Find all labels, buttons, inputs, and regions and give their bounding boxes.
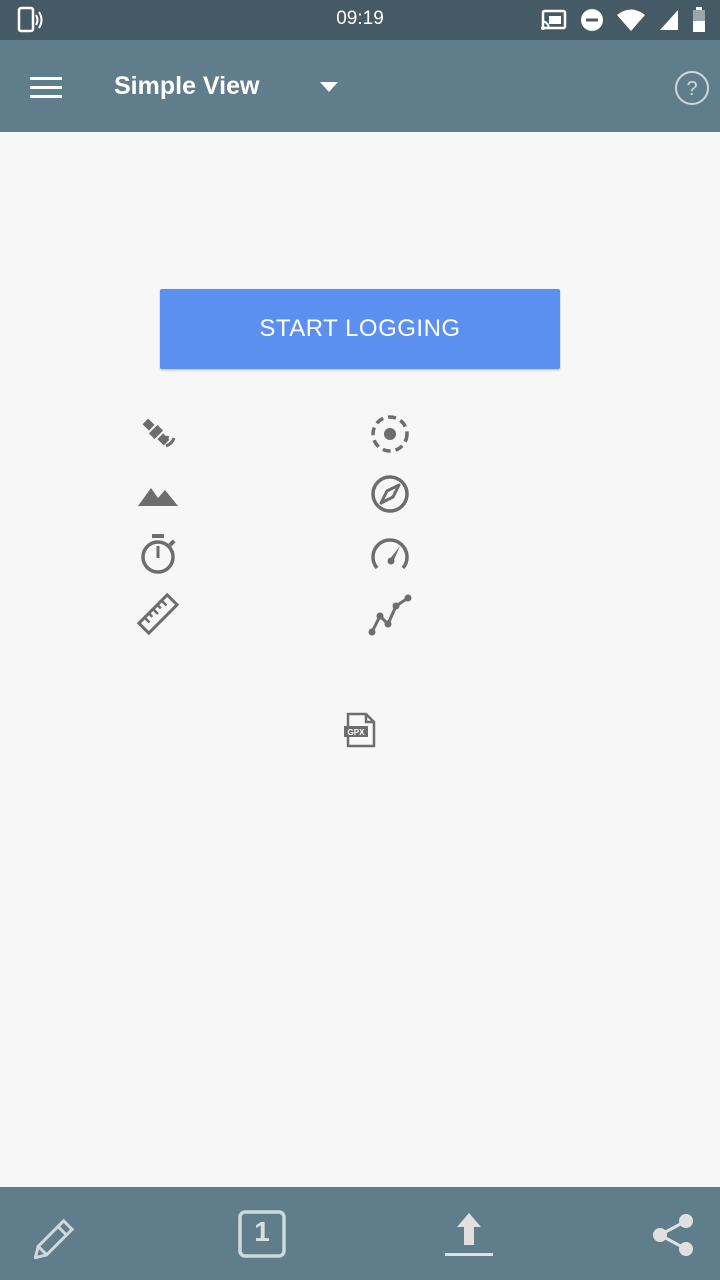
log-count-button[interactable]: 1 bbox=[234, 1207, 290, 1263]
start-logging-button[interactable]: START LOGGING bbox=[160, 289, 560, 369]
battery-icon bbox=[692, 7, 706, 38]
view-selector-title[interactable]: Simple View bbox=[114, 72, 259, 101]
signal-icon bbox=[658, 8, 680, 37]
track-points-icon bbox=[368, 592, 412, 636]
status-bar: 09:19 bbox=[0, 0, 720, 40]
upload-icon[interactable] bbox=[441, 1207, 497, 1263]
share-icon[interactable] bbox=[646, 1207, 702, 1263]
accuracy-icon bbox=[368, 412, 412, 456]
svg-text:?: ? bbox=[686, 78, 697, 100]
bottom-toolbar: 1 bbox=[0, 1187, 720, 1280]
cast-icon bbox=[540, 8, 568, 37]
pencil-icon[interactable] bbox=[30, 1207, 86, 1263]
log-count-value: 1 bbox=[254, 1216, 270, 1247]
help-icon[interactable]: ? bbox=[672, 68, 712, 108]
direction-icon bbox=[368, 472, 412, 516]
altitude-icon bbox=[136, 472, 180, 516]
speed-icon bbox=[368, 532, 412, 576]
satellite-icon bbox=[136, 412, 180, 456]
gpx-file-icon[interactable]: GPX bbox=[338, 708, 382, 752]
wifi-icon bbox=[616, 8, 646, 37]
distance-icon bbox=[136, 592, 180, 636]
svg-text:GPX: GPX bbox=[348, 728, 366, 737]
do-not-disturb-icon bbox=[580, 8, 604, 37]
dropdown-arrow-icon[interactable] bbox=[318, 80, 340, 94]
main-content: START LOGGING GPX bbox=[0, 132, 720, 1187]
app-bar: Simple View ? bbox=[0, 40, 720, 132]
duration-icon bbox=[136, 532, 180, 576]
menu-icon[interactable] bbox=[26, 70, 68, 104]
